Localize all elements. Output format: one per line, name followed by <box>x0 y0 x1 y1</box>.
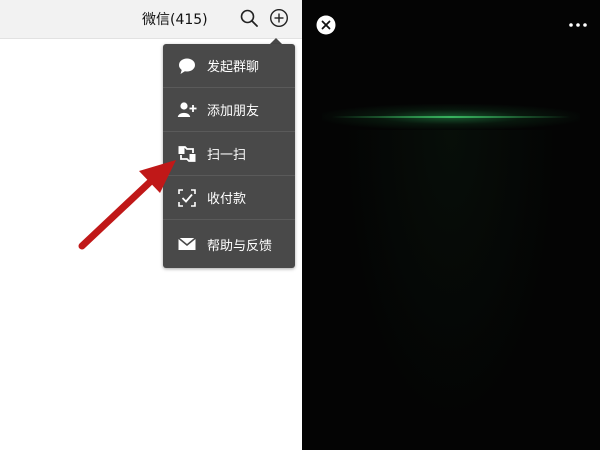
scan-line <box>332 116 570 118</box>
screenshot-composite: 微信(415) 发起群聊 添加朋友 扫一扫 收付款 帮助与反馈 <box>0 0 600 450</box>
search-icon[interactable] <box>239 8 259 28</box>
wechat-main-screen: 微信(415) 发起群聊 添加朋友 扫一扫 收付款 帮助与反馈 <box>0 0 302 450</box>
menu-item-group-chat[interactable]: 发起群聊 <box>163 44 295 88</box>
scanner-screen <box>302 0 600 450</box>
top-bar: 微信(415) <box>0 0 302 39</box>
menu-item-label: 收付款 <box>207 192 247 207</box>
menu-item-label: 添加朋友 <box>207 104 260 119</box>
add-circle-icon[interactable] <box>269 8 289 28</box>
scan-icon <box>178 146 196 162</box>
more-icon[interactable] <box>568 18 588 32</box>
menu-item-add-friend[interactable]: 添加朋友 <box>163 88 295 132</box>
menu-item-label: 扫一扫 <box>207 148 247 163</box>
mail-icon <box>177 237 197 250</box>
app-title: 微信(415) <box>142 12 208 28</box>
scan-area <box>342 130 560 430</box>
menu-item-help-feedback[interactable]: 帮助与反馈 <box>163 220 295 268</box>
menu-item-scan[interactable]: 扫一扫 <box>163 132 295 176</box>
close-icon[interactable] <box>316 15 336 35</box>
dropdown-menu: 发起群聊 添加朋友 扫一扫 收付款 帮助与反馈 <box>163 44 295 268</box>
menu-item-payment[interactable]: 收付款 <box>163 176 295 220</box>
menu-item-label: 发起群聊 <box>207 60 260 75</box>
add-user-icon <box>177 102 197 117</box>
payment-icon <box>178 189 196 207</box>
chat-bubble-icon <box>179 58 195 74</box>
menu-item-label: 帮助与反馈 <box>207 238 273 254</box>
